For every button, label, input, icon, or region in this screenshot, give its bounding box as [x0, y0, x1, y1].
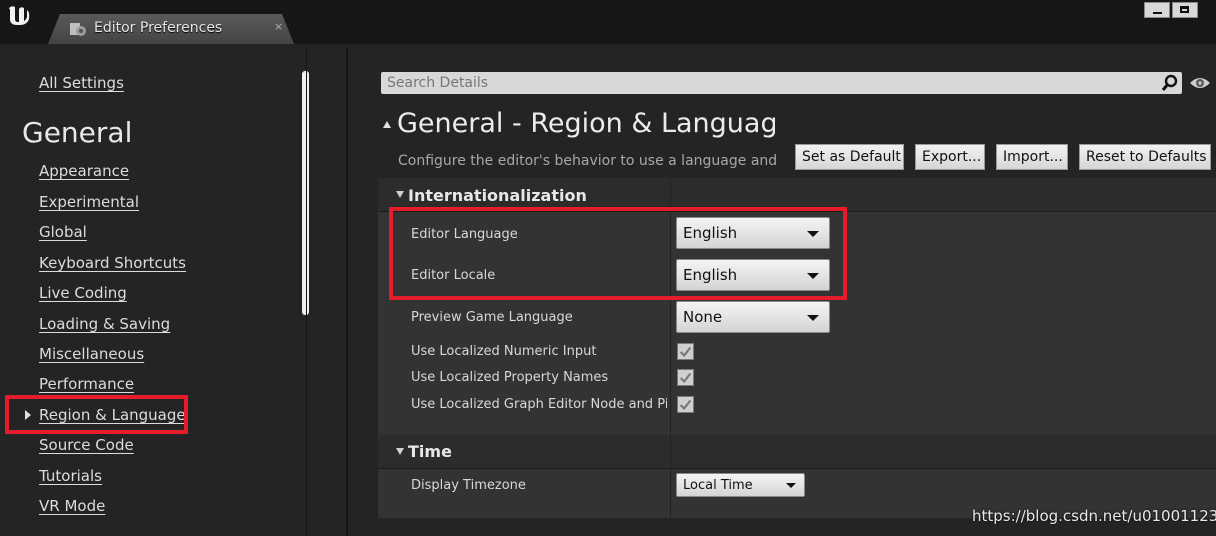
- dropdown-value: Local Time: [683, 478, 753, 493]
- category-expand-icon[interactable]: [396, 448, 404, 455]
- minimize-button[interactable]: [1144, 2, 1170, 18]
- sidebar-item-live-coding[interactable]: Live Coding: [39, 284, 127, 302]
- highlight-box-sidebar: [5, 395, 188, 434]
- sidebar-item-keyboard-shortcuts[interactable]: Keyboard Shortcuts: [39, 254, 186, 272]
- unreal-logo-icon[interactable]: [6, 3, 32, 29]
- property-label-display-timezone: Display Timezone: [411, 478, 526, 493]
- sidebar-item-appearance[interactable]: Appearance: [39, 162, 129, 180]
- category-time[interactable]: [378, 435, 1216, 469]
- export-button[interactable]: Export...: [915, 144, 985, 170]
- preview-game-language-dropdown[interactable]: None: [676, 301, 830, 333]
- sidebar-item-tutorials[interactable]: Tutorials: [39, 467, 102, 485]
- splitter[interactable]: [346, 48, 348, 536]
- property-label-localized-graph-editor: Use Localized Graph Editor Node and Pin …: [411, 397, 667, 412]
- dropdown-value: None: [683, 308, 723, 326]
- sidebar-item-experimental[interactable]: Experimental: [39, 193, 139, 211]
- localized-property-names-checkbox[interactable]: [677, 369, 694, 386]
- search-bar: [381, 72, 1182, 94]
- import-button[interactable]: Import...: [996, 144, 1068, 170]
- collapse-arrow-icon[interactable]: [383, 121, 391, 128]
- property-label-localized-property-names: Use Localized Property Names: [411, 370, 609, 385]
- sidebar-item-loading-saving[interactable]: Loading & Saving: [39, 315, 170, 333]
- sidebar-item-vr-mode[interactable]: VR Mode: [39, 497, 105, 515]
- display-timezone-dropdown[interactable]: Local Time: [676, 473, 805, 497]
- sidebar-divider: [306, 48, 307, 536]
- property-label-localized-numeric-input: Use Localized Numeric Input: [411, 344, 597, 359]
- localized-numeric-input-checkbox[interactable]: [677, 343, 694, 360]
- all-settings-link[interactable]: All Settings: [39, 74, 124, 92]
- eye-icon[interactable]: [1189, 75, 1211, 91]
- tab-label: Editor Preferences: [94, 20, 223, 36]
- sidebar-item-global[interactable]: Global: [39, 223, 87, 241]
- search-icon[interactable]: [1161, 74, 1179, 92]
- column-splitter[interactable]: [670, 435, 671, 518]
- reset-to-defaults-button[interactable]: Reset to Defaults: [1079, 144, 1211, 170]
- title-bar: Editor Preferences ×: [0, 0, 1216, 44]
- watermark: https://blog.csdn.net/u010011236: [972, 507, 1216, 525]
- page-title: General - Region & Languag: [397, 108, 775, 139]
- chevron-down-icon: [807, 315, 819, 321]
- maximize-button[interactable]: [1172, 2, 1198, 18]
- tab-editor-preferences[interactable]: Editor Preferences ×: [48, 14, 294, 44]
- category-label: Internationalization: [408, 186, 587, 205]
- sidebar-section-title: General: [22, 116, 133, 149]
- localized-graph-editor-checkbox[interactable]: [677, 396, 694, 413]
- sidebar-item-source-code[interactable]: Source Code: [39, 436, 134, 454]
- category-expand-icon[interactable]: [396, 191, 404, 198]
- chevron-down-icon: [786, 483, 796, 488]
- category-label: Time: [408, 442, 452, 461]
- set-as-default-button[interactable]: Set as Default: [795, 144, 904, 170]
- highlight-box-settings: [389, 207, 847, 300]
- tab-close-icon[interactable]: ×: [274, 20, 283, 33]
- search-input[interactable]: [381, 72, 1157, 94]
- page-description: Configure the editor's behavior to use a…: [398, 153, 776, 169]
- sidebar-item-miscellaneous[interactable]: Miscellaneous: [39, 345, 144, 363]
- sidebar-item-performance[interactable]: Performance: [39, 375, 134, 393]
- settings-gear-icon: [68, 20, 88, 38]
- property-label-preview-game-language: Preview Game Language: [411, 310, 573, 325]
